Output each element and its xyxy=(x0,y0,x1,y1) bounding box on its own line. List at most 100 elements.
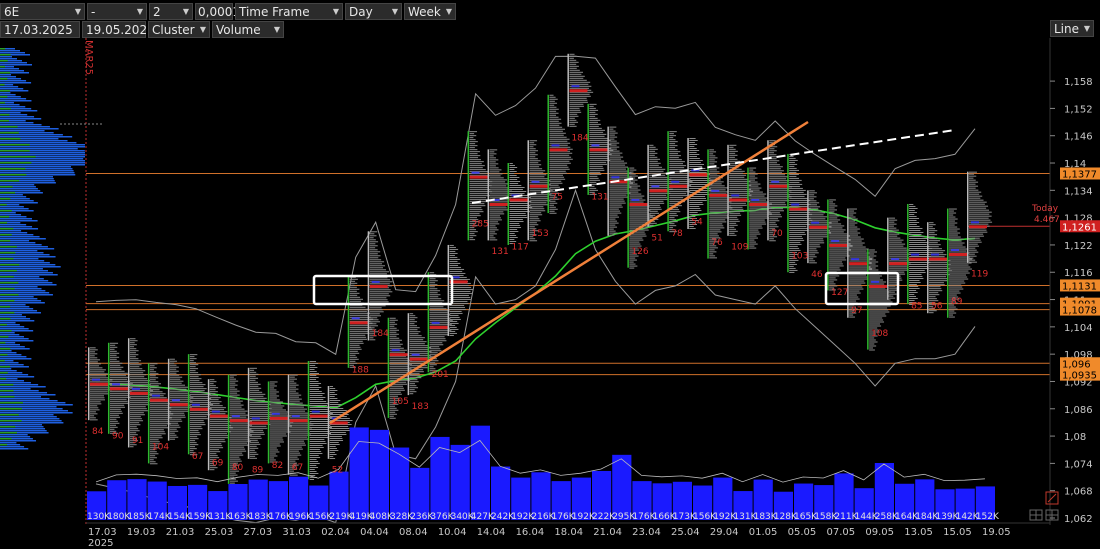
cluster-level xyxy=(349,284,355,286)
cluster-level xyxy=(629,195,645,197)
cluster-level xyxy=(949,216,956,218)
cluster-level xyxy=(669,179,691,181)
cluster-level xyxy=(869,311,890,313)
cluster-level xyxy=(209,423,229,425)
cluster-level xyxy=(269,381,278,383)
cluster-level xyxy=(909,219,917,221)
price-tag-label: 1,1377 xyxy=(1062,169,1097,180)
price-chart[interactable]: 1,1581,1521,1461,141,1341,1281,1221,1161… xyxy=(0,0,1100,549)
date-tick-label: 13.05 xyxy=(904,527,933,538)
cluster-level xyxy=(169,360,178,362)
cluster-level xyxy=(209,385,216,387)
cluster-level xyxy=(909,235,925,237)
cluster-level xyxy=(249,451,257,453)
cluster-level xyxy=(849,290,860,292)
cluster-level xyxy=(869,283,885,285)
cluster-level xyxy=(489,183,509,185)
cluster-level xyxy=(309,412,333,414)
cluster-level xyxy=(929,224,936,226)
cluster-level xyxy=(149,459,154,461)
left-profile-bar xyxy=(0,80,27,82)
cluster-level xyxy=(709,159,715,161)
cluster-level xyxy=(849,220,856,222)
cluster-highlight xyxy=(431,321,440,324)
cluster-level xyxy=(909,275,923,277)
cluster-level xyxy=(149,383,161,385)
cluster-poc xyxy=(189,407,208,411)
cluster-level xyxy=(949,242,965,244)
cluster-level xyxy=(709,175,720,177)
left-profile-bar xyxy=(0,214,22,216)
cluster-count: 153 xyxy=(532,229,549,239)
cluster-level xyxy=(129,350,139,352)
cluster-level xyxy=(609,188,628,190)
cluster-level xyxy=(189,380,200,382)
left-profile-bar xyxy=(0,226,33,228)
cluster-level xyxy=(949,290,960,292)
cluster-level xyxy=(549,140,568,142)
cluster-level xyxy=(869,263,876,265)
left-profile-bar xyxy=(0,406,57,408)
cluster-level xyxy=(809,210,822,212)
cluster-level xyxy=(329,396,335,398)
cluster-level xyxy=(689,209,702,211)
cluster-level xyxy=(829,211,835,213)
cluster-level xyxy=(169,426,181,428)
cluster-level xyxy=(769,164,780,166)
left-profile-bar-buy xyxy=(0,174,27,176)
cluster-level xyxy=(729,172,743,174)
cluster-level xyxy=(269,453,276,455)
cluster-level xyxy=(229,386,235,388)
cluster-level xyxy=(829,253,849,255)
cluster-level xyxy=(209,439,225,441)
cluster-level xyxy=(249,443,261,445)
cluster-level xyxy=(789,235,802,237)
cluster-level xyxy=(729,150,738,152)
left-profile-bar-buy xyxy=(0,90,10,92)
left-profile-bar-buy xyxy=(0,438,12,440)
cluster-level xyxy=(529,222,537,224)
cluster-level xyxy=(149,435,162,437)
cluster-level xyxy=(689,213,699,215)
left-profile-bar xyxy=(0,370,17,372)
cluster-level xyxy=(369,245,378,247)
cluster-level xyxy=(309,366,318,368)
cluster-level xyxy=(849,284,862,286)
cluster-level xyxy=(409,325,418,327)
cluster-level xyxy=(149,373,159,375)
cluster-level xyxy=(549,116,559,118)
cluster-level xyxy=(929,250,946,252)
cluster-level xyxy=(289,432,310,434)
volume-labels: 130K180K185K174K154K159K131K163K183K176K… xyxy=(87,512,1000,522)
left-profile-bar xyxy=(0,238,46,240)
left-profile-bar xyxy=(0,376,35,378)
cluster-level xyxy=(169,384,186,386)
cluster-level xyxy=(629,169,637,171)
cluster-level xyxy=(149,425,167,427)
cluster-count: 69 xyxy=(212,459,224,469)
cluster-level xyxy=(289,438,309,440)
cluster-level xyxy=(849,288,864,290)
left-profile-bar xyxy=(0,322,16,324)
cluster-level xyxy=(90,417,96,419)
left-profile-bar xyxy=(0,196,27,198)
cluster-level xyxy=(209,389,216,391)
cluster-level xyxy=(429,284,438,286)
cluster-level xyxy=(969,237,980,239)
cluster-level xyxy=(289,448,303,450)
cluster-level xyxy=(769,194,791,196)
cluster-level xyxy=(489,181,506,183)
cluster-level xyxy=(769,202,786,204)
cluster-level xyxy=(949,220,955,222)
cluster-level xyxy=(549,134,564,136)
cluster-level xyxy=(229,390,240,392)
cluster-count: 85 xyxy=(911,302,922,312)
cluster-level xyxy=(889,237,901,239)
cluster-wick xyxy=(547,94,549,214)
cluster-level xyxy=(569,105,584,107)
left-profile-bar xyxy=(0,142,77,144)
cluster-poc xyxy=(289,419,308,423)
cluster-level xyxy=(329,454,337,456)
cluster-level xyxy=(309,360,317,362)
cluster-level xyxy=(549,154,570,156)
